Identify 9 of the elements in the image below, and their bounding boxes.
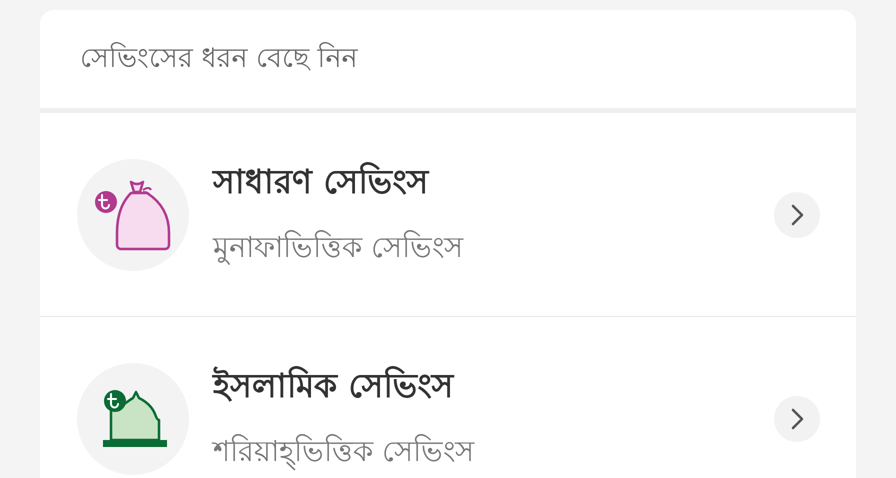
option-title: সাধারণ সেভিংস [213,161,430,203]
chevron-right-icon [774,192,820,238]
savings-option[interactable]: ইসলামিক সেভিংস শরিয়াহ্‌ভিত্তিক সেভিংস [40,317,856,478]
option-subtitle: শরিয়াহ্‌ভিত্তিক সেভিংস [213,428,774,477]
savings-option[interactable]: সাধারণ সেভিংস মুনাফাভিত্তিক সেভিংস [40,113,856,317]
chevron-right-icon [774,396,820,442]
header-title: সেভিংসের ধরন বেছে নিন [80,41,358,76]
option-subtitle: মুনাফাভিত্তিক সেভিংস [213,229,464,267]
option-title: ইসলামিক সেভিংস [213,365,456,407]
